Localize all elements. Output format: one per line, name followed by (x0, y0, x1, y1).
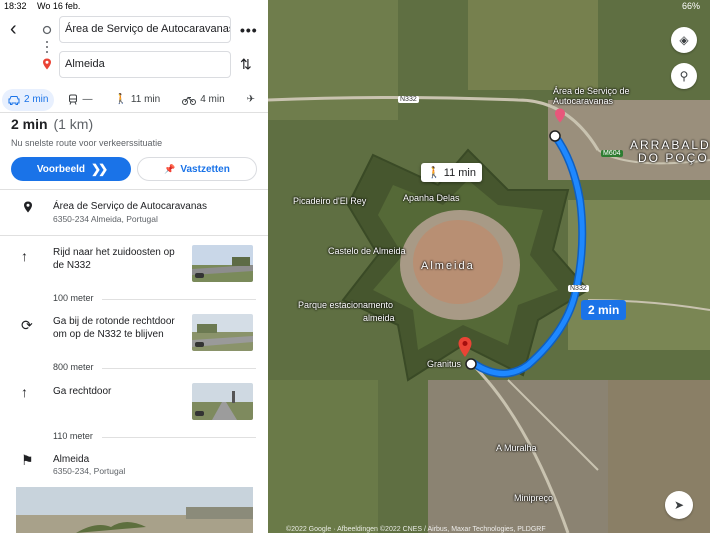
travel-mode-tabs: 2 min — 🚶 11 min 4 min ✈ (0, 87, 268, 112)
step-distance: 110 meter (53, 431, 93, 441)
distance-divider (102, 299, 256, 300)
more-options-icon[interactable]: ••• (240, 22, 258, 38)
mode-transit[interactable]: — (62, 89, 98, 111)
step-distance: 800 meter (53, 362, 94, 372)
step-text: Rijd naar het zuidoosten op de N332 (53, 247, 175, 271)
walk-icon: 🚶 (427, 167, 441, 179)
train-icon (69, 94, 78, 105)
flag-icon: ⚑ (21, 452, 34, 468)
double-chevron-icon: ❯❯ (91, 162, 108, 176)
destination-pin-icon (43, 58, 51, 70)
location-pin-icon (24, 201, 32, 213)
distance-divider (102, 437, 256, 438)
search-icon: ⚲ (679, 69, 689, 83)
mode-bike-label: 4 min (200, 94, 225, 105)
direction-step[interactable]: ⟳ Ga bij de rotonde rechtdoor om op de N… (0, 305, 268, 361)
distance-divider (102, 368, 256, 369)
granitus-label[interactable]: Granitus (427, 359, 461, 369)
status-time: 18:32 (4, 1, 27, 11)
satellite-map[interactable]: ◈ ⚲ ➤ 🚶 11 min 2 min Área de Serviço de … (268, 0, 710, 533)
mode-bike[interactable]: 4 min (176, 89, 230, 111)
back-arrow-icon[interactable]: ‹ (10, 19, 30, 40)
swap-icon[interactable]: ⇅ (240, 56, 252, 73)
route-summary: 2 min (1 km) (11, 116, 93, 132)
mode-walk[interactable]: 🚶 11 min (108, 89, 166, 111)
layers-button[interactable]: ◈ (671, 27, 697, 53)
parque-label-line1[interactable]: Parque estacionamento (298, 300, 393, 310)
street-view-thumbnail[interactable] (192, 314, 253, 351)
end-location[interactable]: ⚑ Almeida 6350-234, Portugal (0, 443, 268, 483)
mode-flight[interactable]: ✈ (241, 89, 265, 111)
street-view-thumbnail[interactable] (192, 383, 253, 420)
map-search-button[interactable]: ⚲ (671, 63, 697, 89)
poi-marker-icon[interactable] (554, 108, 566, 123)
step-text: Ga rechtdoor (53, 386, 112, 397)
straight-arrow-icon: ↑ (21, 248, 28, 264)
start-location[interactable]: Área de Serviço de Autocaravanas 6350-23… (0, 190, 268, 235)
road-label: M604 (601, 150, 623, 157)
flight-icon: ✈ (246, 94, 256, 105)
roundabout-icon: ⟳ (21, 317, 33, 333)
town-label: Almeida (421, 260, 475, 272)
destination-marker-icon[interactable] (457, 336, 473, 358)
mode-car-label: 2 min (24, 94, 49, 105)
direction-step[interactable]: ↑ Rijd naar het zuidoosten op de N332 (0, 236, 268, 290)
navigation-arrow-icon: ➤ (673, 498, 685, 512)
route-dots-icon (46, 41, 48, 53)
destination-input[interactable]: Almeida (59, 51, 231, 78)
start-address: 6350-234 Almeida, Portugal (53, 214, 158, 224)
route-time-chip[interactable]: 2 min (581, 300, 627, 320)
start-title: Área de Serviço de Autocaravanas (53, 201, 207, 212)
route-distance: (1 km) (53, 116, 94, 132)
picadeiro-label[interactable]: Picadeiro d'El Rey (293, 196, 366, 206)
pin-icon: 📌 (164, 163, 176, 174)
pin-label: Vastzetten (180, 163, 230, 175)
end-title: Almeida (53, 454, 90, 465)
street-view-thumbnail[interactable] (192, 245, 253, 282)
status-date: Wo 16 feb. (37, 1, 81, 11)
battery-indicator: 66% (681, 1, 700, 11)
walk-icon: 🚶 (114, 94, 127, 105)
route-note: Nu snelste route voor verkeerssituatie (11, 138, 163, 148)
route-time: 2 min (11, 116, 48, 132)
step-text: Ga bij de rotonde rechtdoor om op de N33… (53, 316, 175, 340)
walk-time-label: 11 min (443, 167, 476, 179)
my-location-button[interactable]: ➤ (665, 491, 693, 519)
origin-input[interactable]: Área de Serviço de Autocaravanas (59, 16, 231, 43)
map-imagery (268, 0, 710, 533)
minipreco-label[interactable]: Minipreço (514, 493, 553, 503)
preview-button[interactable]: Voorbeeld ❯❯ (11, 157, 131, 181)
muralha-label[interactable]: A Muralha (496, 443, 537, 453)
status-bar: 18:32 Wo 16 feb. (0, 0, 268, 13)
arrabalde-label-line2: DO POÇO (638, 151, 709, 165)
pin-button[interactable]: 📌 Vastzetten (137, 157, 257, 181)
straight-arrow-icon: ↑ (21, 384, 28, 400)
step-distance: 100 meter (53, 293, 94, 303)
car-icon (8, 95, 20, 105)
street-view-photo[interactable] (16, 487, 253, 533)
castelo-label[interactable]: Castelo de Almeida (328, 246, 406, 256)
end-address: 6350-234, Portugal (53, 466, 126, 476)
divider (0, 112, 268, 113)
mode-transit-label: — (82, 94, 93, 105)
layers-icon: ◈ (679, 33, 689, 47)
directions-panel: 18:32 Wo 16 feb. ‹ Área de Serviço de Au… (0, 0, 268, 533)
apanha-label[interactable]: Apanha Delas (403, 193, 460, 203)
bike-icon (182, 96, 197, 105)
map-copyright: ©2022 Google · Afbeeldingen ©2022 CNES /… (286, 526, 546, 533)
road-label: N332 (568, 285, 589, 292)
direction-step[interactable]: ↑ Ga rechtdoor (0, 374, 268, 430)
service-area-label[interactable]: Área de Serviço de Autocaravanas (553, 86, 643, 106)
road-label: N332 (398, 96, 419, 103)
origin-circle-icon (42, 25, 52, 35)
preview-label: Voorbeeld (36, 163, 86, 175)
walk-time-chip[interactable]: 🚶 11 min (421, 163, 482, 182)
mode-car[interactable]: 2 min (2, 88, 55, 111)
arrabalde-label-line1: ARRABALDE (630, 138, 710, 152)
parque-label-line2[interactable]: almeida (363, 313, 395, 323)
mode-walk-label: 11 min (130, 94, 161, 105)
